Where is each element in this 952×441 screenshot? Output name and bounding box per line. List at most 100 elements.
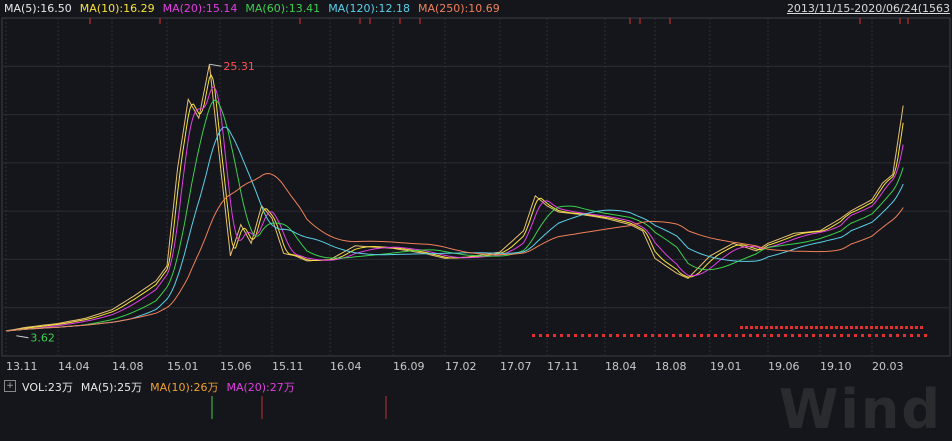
signal-marker — [714, 334, 717, 337]
signal-marker — [795, 326, 798, 329]
signal-marker — [880, 326, 883, 329]
expand-toggle-icon[interactable]: + — [4, 380, 16, 392]
plot-frame — [1, 17, 951, 357]
x-tick-label: 17.11 — [547, 360, 579, 373]
signal-marker — [574, 334, 577, 337]
signal-marker — [770, 334, 773, 337]
ma20-line — [5, 86, 904, 332]
signal-marker — [686, 334, 689, 337]
price-chart[interactable]: 25.31 3.62 — [0, 0, 952, 358]
signal-marker — [870, 326, 873, 329]
signal-marker — [595, 334, 598, 337]
ma60-line — [5, 99, 904, 332]
signal-marker — [745, 326, 748, 329]
signal-marker — [860, 326, 863, 329]
signal-marker — [609, 334, 612, 337]
signal-marker — [770, 326, 773, 329]
signal-marker — [623, 334, 626, 337]
signal-marker — [847, 334, 850, 337]
signal-marker — [735, 334, 738, 337]
legend-item: MA(5):25万 — [80, 381, 143, 394]
signal-marker — [868, 334, 871, 337]
x-tick-label: 20.03 — [872, 360, 904, 373]
signal-marker — [805, 334, 808, 337]
signal-marker — [800, 326, 803, 329]
annotation-label: 3.62 — [30, 332, 55, 345]
signal-marker — [903, 334, 906, 337]
x-tick-label: 17.07 — [500, 360, 532, 373]
signal-marker — [882, 334, 885, 337]
signal-marker — [855, 326, 858, 329]
signal-marker — [644, 334, 647, 337]
x-tick-label: 19.06 — [768, 360, 800, 373]
price-line — [5, 64, 904, 332]
signal-marker — [825, 326, 828, 329]
signal-marker — [693, 334, 696, 337]
signal-marker — [840, 326, 843, 329]
signal-marker — [850, 326, 853, 329]
signal-marker — [700, 334, 703, 337]
signal-marker — [760, 326, 763, 329]
signal-marker — [651, 334, 654, 337]
signal-marker — [865, 326, 868, 329]
signal-marker — [755, 326, 758, 329]
ma120-line — [5, 126, 904, 332]
signal-marker — [875, 334, 878, 337]
annotation-label: 25.31 — [223, 60, 255, 73]
signal-marker — [539, 334, 542, 337]
x-tick-label: 16.09 — [393, 360, 425, 373]
signal-marker — [665, 334, 668, 337]
signal-marker — [820, 326, 823, 329]
signal-marker — [560, 334, 563, 337]
legend-item: VOL:23万 — [22, 381, 73, 394]
legend-item: MA(10):26万 — [150, 381, 219, 394]
signal-marker — [812, 334, 815, 337]
x-axis-labels: 13.11 14.04 14.08 15.01 15.06 15.11 16.04 16.09… — [0, 358, 952, 376]
signal-marker — [791, 334, 794, 337]
signal-marker — [630, 334, 633, 337]
signal-marker — [637, 334, 640, 337]
signal-marker — [780, 326, 783, 329]
signal-marker — [910, 326, 913, 329]
x-tick-label: 17.02 — [445, 360, 477, 373]
signal-marker — [835, 326, 838, 329]
signal-marker — [819, 334, 822, 337]
signal-marker — [890, 326, 893, 329]
signal-marker — [790, 326, 793, 329]
signal-marker — [917, 334, 920, 337]
signal-marker — [721, 334, 724, 337]
signal-marker — [833, 334, 836, 337]
signal-marker — [763, 334, 766, 337]
x-tick-label: 19.01 — [710, 360, 742, 373]
signal-marker — [750, 326, 753, 329]
signal-marker — [875, 326, 878, 329]
x-tick-label: 16.04 — [330, 360, 362, 373]
signal-marker — [915, 326, 918, 329]
signal-marker — [588, 334, 591, 337]
x-tick-label: 14.04 — [58, 360, 90, 373]
signal-marker — [602, 334, 605, 337]
signal-marker — [581, 334, 584, 337]
signal-marker — [900, 326, 903, 329]
signal-marker — [658, 334, 661, 337]
signal-marker — [567, 334, 570, 337]
signal-marker — [775, 326, 778, 329]
ma10-line — [5, 74, 904, 332]
legend-item: MA(20):27万 — [226, 381, 295, 394]
signal-marker — [920, 326, 923, 329]
signal-marker — [840, 334, 843, 337]
watermark-logo: Wind — [778, 378, 942, 441]
x-tick-label: 15.11 — [272, 360, 304, 373]
signal-marker — [798, 334, 801, 337]
signal-marker — [785, 326, 788, 329]
signal-marker — [765, 326, 768, 329]
signal-marker — [546, 334, 549, 337]
signal-marker — [532, 334, 535, 337]
signal-marker — [810, 326, 813, 329]
signal-marker — [910, 334, 913, 337]
volume-legend: VOL:23万 MA(5):25万 MA(10):26万 MA(20):27万 — [22, 379, 303, 395]
signal-marker — [895, 326, 898, 329]
signal-marker — [830, 326, 833, 329]
x-tick-label: 15.06 — [220, 360, 252, 373]
x-tick-label: 18.08 — [655, 360, 687, 373]
